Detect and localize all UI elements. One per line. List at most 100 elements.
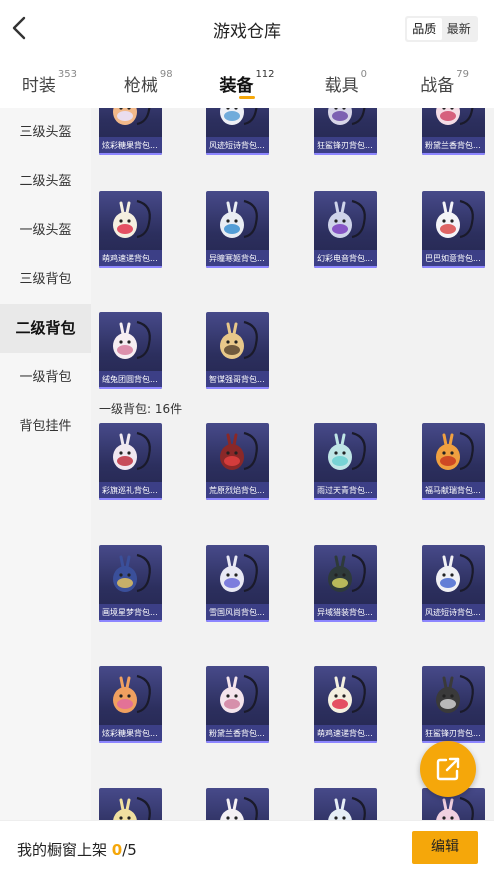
section-title: 一级背包: 16件 [99,402,183,416]
item-card[interactable]: 幻彩电音背包... [314,191,377,268]
tab-label: 装备 [219,76,254,96]
rarity-strip [206,498,269,500]
backpack-icon [436,199,474,239]
tab-count: 0 [360,69,367,80]
item-card[interactable]: 异域猎装背包... [314,545,377,622]
item-card[interactable]: 荒原烈焰背包... [206,423,269,500]
rarity-strip [422,498,485,500]
rarity-strip [314,266,377,268]
rarity-strip [206,741,269,743]
rarity-strip [99,620,162,622]
rarity-strip [99,153,162,155]
rarity-strip [99,387,162,389]
rarity-strip [314,153,377,155]
item-card[interactable]: 炫彩糖果背包... [99,108,162,155]
item-card[interactable]: 风迹短诗背包... [422,545,485,622]
item-card[interactable]: 异瞳寒姬背包... [206,191,269,268]
rarity-strip [99,266,162,268]
item-card[interactable]: 萌鸡速递背包... [314,666,377,743]
sidebar-item-level3-backpack[interactable]: 三级背包 [0,255,91,304]
backpack-icon [220,108,258,126]
backpack-icon [436,674,474,714]
backpack-icon [220,553,258,593]
item-card[interactable]: 绒兔团圆背包... [99,312,162,389]
sidebar-item-level2-helmet[interactable]: 二级头盔 [0,157,91,206]
sidebar-item-level2-backpack[interactable]: 二级背包 [0,304,91,353]
backpack-icon [113,674,151,714]
rarity-strip [422,266,485,268]
backpack-icon [328,108,366,126]
item-card[interactable]: 萌鸡速递背包... [99,191,162,268]
item-card[interactable]: 狂鲨锋刃背包... [314,108,377,155]
shelf-label: 我的橱窗上架 [17,841,108,859]
backpack-icon [220,320,258,360]
sidebar-item-level1-backpack[interactable]: 一级背包 [0,353,91,402]
item-card[interactable] [99,788,162,820]
item-card[interactable] [206,788,269,820]
rarity-strip [206,266,269,268]
item-card[interactable]: 雨过天青背包... [314,423,377,500]
sort-newest-option[interactable]: 最新 [442,18,477,40]
item-card[interactable]: 粉黛兰香背包... [422,108,485,155]
tab-fashion[interactable]: 时装353 [0,58,99,108]
backpack-icon [328,431,366,471]
rarity-strip [99,741,162,743]
tab-count: 112 [255,69,275,80]
tab-count: 353 [57,69,77,80]
item-card[interactable]: 智谋强哥背包... [206,312,269,389]
backpack-icon [113,320,151,360]
tab-label: 战备 [420,76,455,96]
tab-label: 枪械 [123,76,158,96]
item-grid: 一级背包: 16件 炫彩糖果背包... 风迹短诗背包... 狂鲨锋刃背包... 粉黛兰… [91,108,494,820]
tab-weapons[interactable]: 枪械98 [99,58,198,108]
rarity-strip [314,741,377,743]
item-card[interactable]: 雪国风尚背包... [206,545,269,622]
tab-label: 时装 [21,76,56,96]
rarity-strip [422,620,485,622]
item-card[interactable]: 风迹短诗背包... [206,108,269,155]
sidebar-item-level1-helmet[interactable]: 一级头盔 [0,206,91,255]
backpack-icon [220,199,258,239]
rarity-strip [314,620,377,622]
item-card[interactable]: 福马献瑞背包... [422,423,485,500]
rarity-strip [206,387,269,389]
item-card[interactable] [314,788,377,820]
backpack-icon [220,431,258,471]
rarity-strip [422,153,485,155]
backpack-icon [436,108,474,126]
item-card[interactable]: 粉黛兰香背包... [206,666,269,743]
tab-equipment[interactable]: 装备112 [198,58,297,108]
item-card[interactable]: 炫彩糖果背包... [99,666,162,743]
sort-toggle[interactable]: 品质 最新 [405,16,478,42]
sidebar-item-backpack-charm[interactable]: 背包挂件 [0,402,91,451]
share-button[interactable] [420,741,476,797]
sort-quality-option[interactable]: 品质 [407,18,442,40]
shelf-status: 我的橱窗上架 0/5 [17,839,137,860]
backpack-icon [220,674,258,714]
tab-supplies[interactable]: 战备79 [395,58,494,108]
item-card[interactable]: 狂鲨锋刃背包... [422,666,485,743]
subcategory-sidebar: 三级头盔 二级头盔 一级头盔 三级背包 二级背包 一级背包 背包挂件 [0,108,91,820]
item-card[interactable]: 彩旗巡礼背包... [99,423,162,500]
rarity-strip [206,153,269,155]
tab-vehicles[interactable]: 载具0 [296,58,395,108]
backpack-icon [328,199,366,239]
backpack-icon [113,108,151,126]
item-card[interactable]: 巴巴如意背包... [422,191,485,268]
tab-underline [238,96,255,99]
edit-button[interactable]: 编辑 [412,831,478,864]
rarity-strip [206,620,269,622]
rarity-strip [314,498,377,500]
item-card[interactable]: 画境星梦背包... [99,545,162,622]
category-tabs: 时装353 枪械98 装备112 载具0 战备79 [0,58,494,108]
backpack-icon [436,431,474,471]
backpack-icon [436,796,474,820]
external-link-icon [436,757,460,781]
tab-count: 98 [159,69,173,80]
top-bar: 游戏仓库 品质 最新 [0,0,494,58]
tab-count: 79 [456,69,469,80]
backpack-icon [113,199,151,239]
backpack-icon [113,431,151,471]
bottom-bar: 我的橱窗上架 0/5 编辑 [0,820,494,875]
sidebar-item-level3-helmet[interactable]: 三级头盔 [0,108,91,157]
